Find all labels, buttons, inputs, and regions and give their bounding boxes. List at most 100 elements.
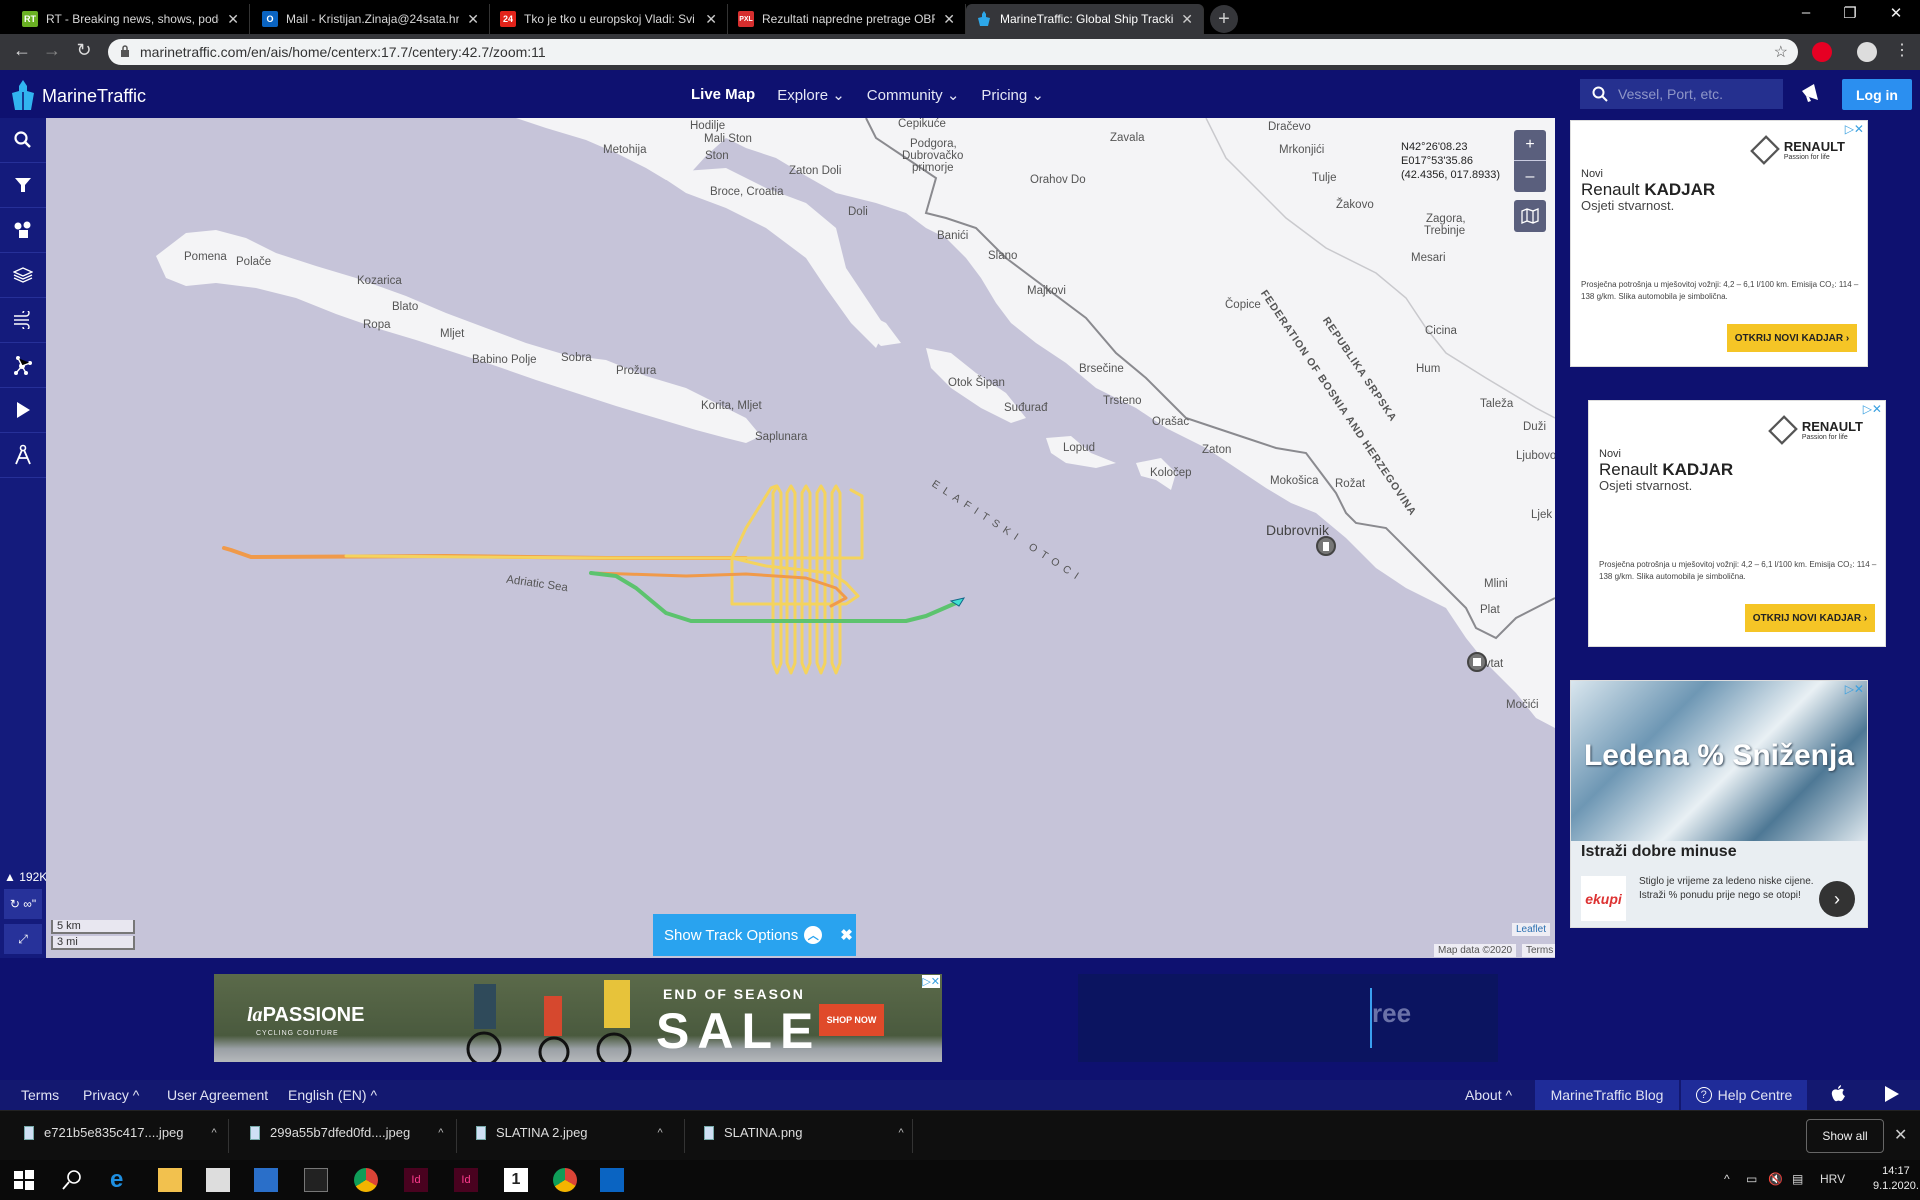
toolbar-measure-button[interactable]	[0, 433, 46, 478]
chevron-up-icon[interactable]: ^	[438, 1127, 443, 1139]
network-icon[interactable]: ▭	[1746, 1172, 1757, 1186]
map-terms-link[interactable]: Terms	[1522, 944, 1555, 957]
apple-app-icon[interactable]	[1830, 1085, 1846, 1106]
renault-ad-2[interactable]: ▷✕ RENAULT Passion for life Novi Renault …	[1588, 400, 1886, 647]
indesign-icon[interactable]: Id	[454, 1168, 478, 1192]
bookmark-star-icon[interactable]: ☆	[1774, 42, 1788, 62]
reload-button[interactable]: ↻	[72, 40, 96, 61]
back-button[interactable]: ←	[10, 40, 34, 61]
show-track-options-button[interactable]: Show Track Options ︿ ✖	[653, 914, 856, 956]
indesign-icon[interactable]: Id	[404, 1168, 428, 1192]
chrome-active-icon[interactable]	[553, 1168, 577, 1192]
tray-expand-icon[interactable]: ^	[1724, 1172, 1730, 1186]
close-window-button[interactable]: ✕	[1876, 4, 1916, 22]
download-item[interactable]: SLATINA.png ^	[704, 1125, 904, 1140]
ad-cta-button[interactable]: OTKRIJ NOVI KADJAR ›	[1745, 604, 1875, 632]
chevron-up-icon[interactable]: ^	[212, 1127, 217, 1139]
search-icon[interactable]	[60, 1168, 84, 1192]
restore-button[interactable]: ❐	[1830, 4, 1870, 22]
url-bar[interactable]: marinetraffic.com/en/ais/home/centerx:17…	[108, 39, 1798, 65]
toolbar-density-button[interactable]	[0, 343, 46, 388]
chevron-up-icon[interactable]: ^	[658, 1127, 663, 1139]
live-map[interactable]: Hodilje Metohija Mali Ston Ston Cepikuće Podg…	[46, 118, 1555, 958]
close-tab-icon[interactable]: ✕	[227, 11, 239, 28]
toolbar-fleets-button[interactable]	[0, 208, 46, 253]
nav-explore[interactable]: Explore ⌄	[777, 86, 845, 104]
close-tab-icon[interactable]: ✕	[467, 11, 479, 28]
browser-menu-icon[interactable]: ⋮	[1890, 40, 1914, 60]
zoom-out-button[interactable]: –	[1514, 161, 1546, 192]
windows-start-icon[interactable]	[12, 1168, 36, 1192]
browser-tab[interactable]: RT RT - Breaking news, shows, podc ✕	[12, 4, 250, 34]
ad-cta-button[interactable]: OTKRIJ NOVI KADJAR ›	[1727, 324, 1857, 352]
ekupi-ad[interactable]: ▷✕ Ledena % Sniženja Istraži dobre minus…	[1570, 680, 1868, 928]
minimize-button[interactable]: –	[1786, 4, 1826, 21]
show-all-downloads-button[interactable]: Show all	[1806, 1119, 1884, 1153]
new-tab-button[interactable]: +	[1210, 5, 1238, 33]
port-marker-dubrovnik[interactable]	[1316, 536, 1336, 556]
close-track-icon[interactable]: ✖	[840, 926, 853, 944]
file-explorer-icon[interactable]	[158, 1168, 182, 1192]
footer-language-select[interactable]: English (EN) ^	[288, 1087, 377, 1103]
forward-button[interactable]: →	[40, 40, 64, 61]
renault-ad-1[interactable]: ▷✕ RENAULT Passion for life Novi Renault …	[1570, 120, 1868, 367]
ekupi-arrow-button[interactable]: ›	[1819, 881, 1855, 917]
edge-browser-icon[interactable]: e	[110, 1168, 134, 1192]
footer-user-agreement-link[interactable]: User Agreement	[167, 1087, 268, 1103]
download-item[interactable]: e721b5e835c417....jpeg ^	[24, 1125, 217, 1140]
download-item[interactable]: 299a55b7dfed0fd....jpeg ^	[250, 1125, 443, 1140]
terminal-icon[interactable]	[304, 1168, 328, 1192]
calendar-app-icon[interactable]: 1	[504, 1168, 528, 1192]
close-tab-icon[interactable]: ✕	[1181, 11, 1193, 28]
download-item[interactable]: SLATINA 2.jpeg ^	[476, 1125, 663, 1140]
profile-avatar-icon[interactable]	[1857, 42, 1877, 62]
browser-tab[interactable]: 24 Tko je tko u europskoj Vladi: Svi ✕	[490, 4, 728, 34]
footer-blog-link[interactable]: MarineTraffic Blog	[1535, 1080, 1679, 1110]
input-language[interactable]: HRV	[1820, 1172, 1845, 1186]
adchoices-icon[interactable]: ▷✕	[1845, 682, 1864, 696]
toolbar-layers-button[interactable]	[0, 253, 46, 298]
toolbar-weather-button[interactable]	[0, 298, 46, 343]
toolbar-filter-button[interactable]	[0, 163, 46, 208]
browser-tab[interactable]: O Mail - Kristijan.Zinaja@24sata.hr ✕	[252, 4, 490, 34]
adchoices-icon[interactable]: ▷✕	[922, 975, 940, 988]
footer-about-link[interactable]: About ^	[1465, 1087, 1512, 1103]
toolbar-playback-button[interactable]	[0, 388, 46, 433]
store-icon[interactable]	[206, 1168, 230, 1192]
login-button[interactable]: Log in	[1842, 79, 1912, 110]
footer-help-link[interactable]: ? Help Centre	[1681, 1080, 1807, 1110]
adchoices-icon[interactable]: ▷✕	[1845, 122, 1864, 136]
leaflet-attribution[interactable]: Leaflet	[1512, 923, 1551, 936]
footer-privacy-link[interactable]: Privacy ^	[83, 1087, 139, 1103]
chevron-up-icon[interactable]: ^	[899, 1127, 904, 1139]
system-clock[interactable]: 14:17 9.1.2020.	[1873, 1164, 1919, 1194]
adchoices-icon[interactable]: ▷✕	[1863, 402, 1882, 416]
close-tab-icon[interactable]: ✕	[705, 11, 717, 28]
close-tab-icon[interactable]: ✕	[943, 11, 955, 28]
nav-pricing[interactable]: Pricing ⌄	[981, 86, 1044, 104]
map-type-button[interactable]	[1514, 200, 1546, 232]
nav-community[interactable]: Community ⌄	[867, 86, 960, 104]
google-play-icon[interactable]	[1884, 1085, 1900, 1106]
shop-now-button[interactable]: SHOP NOW	[819, 1004, 884, 1036]
refresh-interval-button[interactable]: ↻ ∞"	[4, 889, 42, 919]
chrome-icon[interactable]	[354, 1168, 378, 1192]
megaphone-icon[interactable]	[1800, 82, 1824, 104]
lapassione-banner-ad[interactable]: laPASSIONE CYCLING COUTURE END OF SEASON…	[214, 974, 942, 1062]
browser-tab[interactable]: PXL Rezultati napredne pretrage OBR ✕	[728, 4, 966, 34]
fullscreen-button[interactable]: ⤢	[4, 924, 42, 954]
footer-terms-link[interactable]: Terms	[21, 1087, 59, 1103]
close-downloads-bar-button[interactable]: ✕	[1894, 1125, 1907, 1145]
volume-muted-icon[interactable]: 🔇	[1768, 1172, 1783, 1186]
media-player-icon[interactable]	[254, 1168, 278, 1192]
vessel-search-input[interactable]: Vessel, Port, etc.	[1580, 79, 1783, 109]
pinterest-extension-icon[interactable]	[1812, 42, 1832, 62]
marinetraffic-logo[interactable]: MarineTraffic	[10, 80, 146, 112]
toolbar-search-button[interactable]	[0, 118, 46, 163]
browser-tab-active[interactable]: MarineTraffic: Global Ship Trackin ✕	[966, 4, 1204, 34]
port-marker-cavtat[interactable]	[1467, 652, 1487, 672]
notifications-icon[interactable]: ▤	[1792, 1172, 1803, 1186]
outlook-icon[interactable]	[600, 1168, 624, 1192]
nav-live-map[interactable]: Live Map	[691, 86, 755, 104]
zoom-in-button[interactable]: +	[1514, 130, 1546, 161]
